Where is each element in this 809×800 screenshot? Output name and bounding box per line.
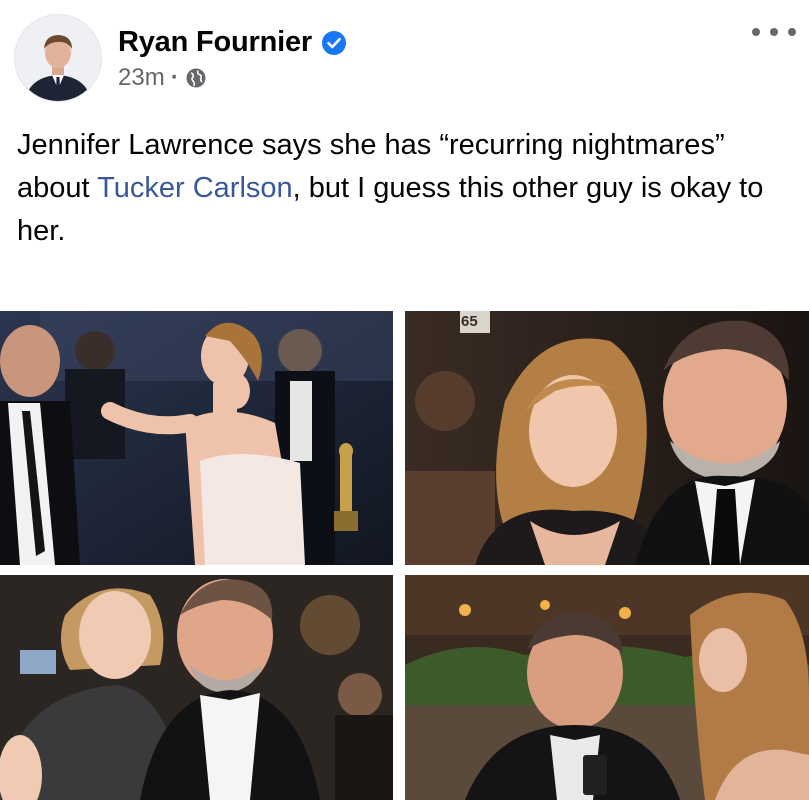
author-name[interactable]: Ryan Fournier xyxy=(118,26,312,59)
photo-1[interactable] xyxy=(0,311,393,565)
more-options-icon xyxy=(752,28,760,36)
post-header: Ryan Fournier 23m · xyxy=(0,0,809,110)
verified-badge-icon xyxy=(322,30,346,55)
author-row: Ryan Fournier xyxy=(118,26,347,59)
photo-3[interactable] xyxy=(0,575,393,800)
post-timestamp[interactable]: 23m xyxy=(118,64,165,92)
photo-4[interactable] xyxy=(405,575,809,800)
post-meta: 23m · xyxy=(118,64,207,92)
globe-icon[interactable] xyxy=(185,67,207,89)
photo-table-number: 65 xyxy=(461,313,478,330)
photo-2[interactable]: 65 xyxy=(405,311,809,565)
tagged-link-tucker-carlson[interactable]: Tucker Carlson xyxy=(97,172,293,204)
author-avatar[interactable] xyxy=(14,14,102,102)
more-options-button[interactable] xyxy=(752,20,796,44)
meta-separator: · xyxy=(170,64,179,91)
more-options-icon xyxy=(770,28,778,36)
more-options-icon xyxy=(788,28,796,36)
post-text: Jennifer Lawrence says she has “recurrin… xyxy=(17,124,797,253)
photo-grid: 65 xyxy=(0,311,809,800)
